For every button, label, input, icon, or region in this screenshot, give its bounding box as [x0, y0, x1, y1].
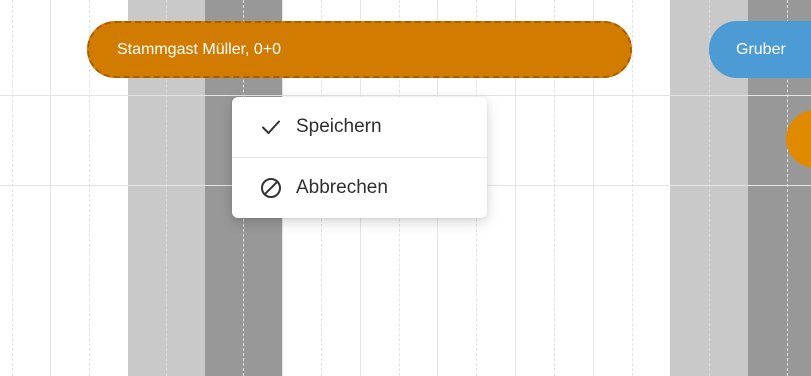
reservation-label: Stammgast Müller, 0+0	[117, 40, 282, 58]
grid-line	[50, 0, 51, 376]
cancel-menu-item[interactable]: Abbrechen	[232, 157, 487, 217]
cancel-label: Abbrechen	[296, 176, 388, 198]
reservation-bar[interactable]: Gruber	[709, 21, 811, 78]
check-icon	[259, 115, 283, 139]
cancel-circle-icon	[259, 176, 283, 200]
row-divider	[0, 95, 811, 96]
reservation-timeline: Stammgast Müller, 0+0 Gruber Speichern A…	[0, 0, 811, 376]
grid-line	[12, 0, 13, 376]
grid-line	[632, 0, 633, 376]
reservation-context-menu: Speichern Abbrechen	[232, 97, 487, 218]
save-label: Speichern	[296, 116, 382, 137]
save-menu-item[interactable]: Speichern	[232, 97, 487, 157]
reservation-label: Gruber	[736, 40, 786, 58]
reservation-bar-editing[interactable]: Stammgast Müller, 0+0	[87, 21, 632, 78]
